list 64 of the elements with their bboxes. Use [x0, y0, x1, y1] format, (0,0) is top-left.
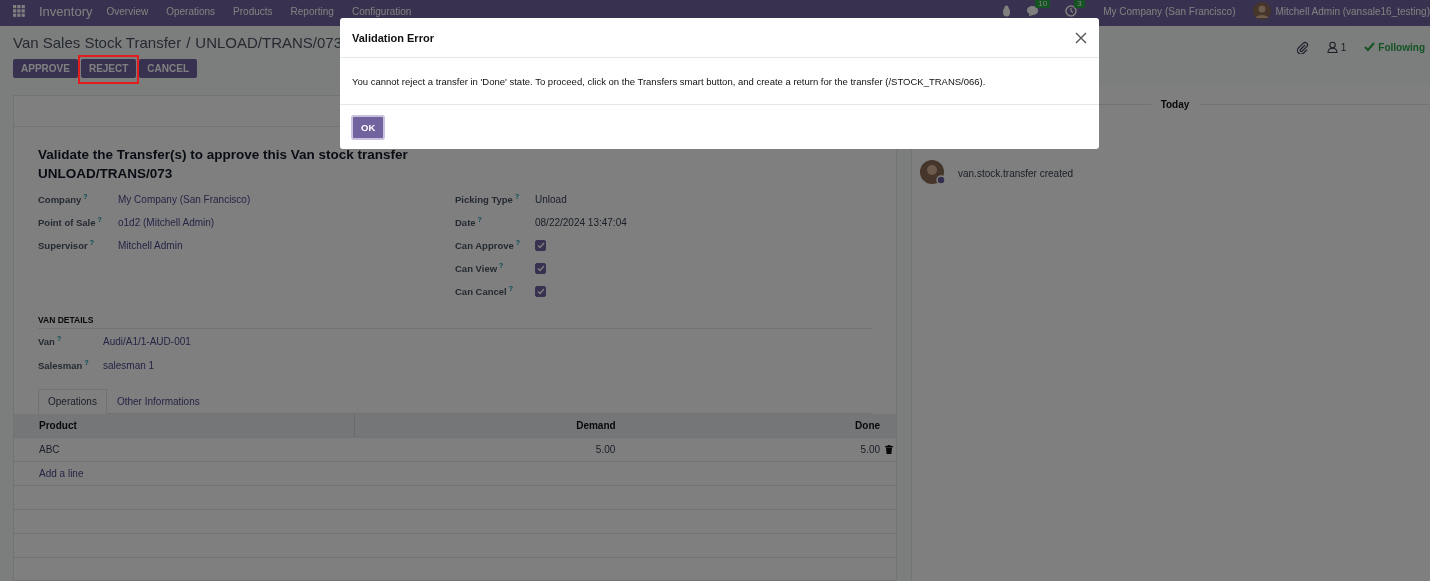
menu-item[interactable]: Products [233, 5, 273, 17]
follower-icon[interactable] [1326, 41, 1338, 53]
checkbox[interactable] [535, 286, 546, 297]
company-switcher[interactable]: My Company (San Francisco) [1103, 5, 1236, 17]
checkbox[interactable] [535, 263, 546, 274]
tab[interactable]: Operations [38, 389, 107, 414]
column-header[interactable]: Product [14, 420, 355, 431]
field-label: Can Approve $^{?}$ [455, 239, 522, 252]
field-label: Point of Sale $^{?}$ [38, 216, 103, 229]
action-button[interactable]: CANCEL [139, 59, 198, 78]
menu-item[interactable]: Configuration [351, 5, 412, 17]
column-header[interactable]: Demand [354, 414, 620, 437]
menu-item[interactable]: Overview [106, 5, 149, 17]
section-title: VAN DETAILS [38, 315, 872, 329]
tab[interactable]: Other Informations [106, 389, 210, 414]
trash-icon[interactable] [885, 445, 894, 454]
field-link[interactable]: Mitchell Admin [118, 240, 183, 251]
follower-count: 1 [1340, 41, 1347, 53]
activity-count-badge: 3 [1074, 0, 1085, 8]
form-title: Validate the Transfer(s) to approve this Van stock transfer UNLOAD/TRANS/073 [38, 146, 409, 183]
clock-icon[interactable] [1065, 5, 1078, 17]
menu-item[interactable]: Operations [166, 5, 216, 17]
paperclip-icon[interactable] [1295, 40, 1309, 54]
field-label: Date $^{?}$ [455, 216, 483, 229]
close-icon[interactable] [1075, 31, 1087, 44]
following-button[interactable]: Following [1364, 41, 1425, 53]
user-avatar-icon[interactable] [1253, 2, 1272, 20]
field-link[interactable]: Audi/A1/1-AUD-001 [103, 335, 191, 347]
menu-item[interactable]: Reporting [290, 5, 334, 17]
breadcrumb-separator: / [186, 34, 191, 51]
chatter-message: van.stock.transfer created [958, 167, 1074, 179]
author-avatar-icon [920, 160, 946, 186]
field-link[interactable]: salesman 1 [103, 359, 155, 371]
column-header[interactable]: Done [619, 420, 883, 431]
check-icon [1364, 42, 1376, 52]
message-count-badge: 10 [1035, 0, 1051, 8]
breadcrumb-link[interactable]: Van Sales Stock Transfer [13, 34, 182, 51]
field-link[interactable]: My Company (San Francisco) [118, 194, 251, 205]
field-link[interactable]: o1d2 (Mitchell Admin) [118, 217, 215, 228]
field-value: 08/22/2024 13:47:04 [535, 217, 627, 228]
breadcrumb-current: UNLOAD/TRANS/073 [195, 34, 343, 51]
action-button[interactable]: APPROVE [13, 59, 78, 78]
user-menu[interactable]: Mitchell Admin (vansale16_testing) [1275, 5, 1430, 17]
field-label: Can View $^{?}$ [455, 262, 505, 275]
field-label: Picking Type $^{?}$ [455, 193, 521, 206]
table-cell-text: 5.00 [859, 444, 882, 455]
field-label: Salesman $^{?}$ [38, 358, 90, 372]
field-label: Van $^{?}$ [38, 334, 63, 348]
app-name[interactable]: Inventory [39, 3, 93, 19]
action-button[interactable]: REJECT [80, 59, 137, 78]
dialog-title: Validation Error [352, 31, 434, 44]
apps-grid-icon[interactable] [13, 5, 25, 17]
field-value: Unload [535, 194, 567, 205]
field-label: Company $^{?}$ [38, 193, 89, 206]
field-label: Supervisor $^{?}$ [38, 239, 95, 252]
date-separator: Today [1160, 99, 1190, 110]
ok-button[interactable]: OK [351, 114, 386, 140]
add-line-link[interactable]: Add a line [14, 468, 356, 479]
field-label: Can Cancel $^{?}$ [455, 285, 515, 298]
table-cell-text: ABC [38, 444, 61, 455]
dialog-message: You cannot reject a transfer in 'Done' state. To proceed, click on the Transfers smart button, and create a return for the transfer (/STOCK_TRANS/066). [352, 75, 986, 87]
checkbox[interactable] [535, 240, 546, 251]
chat-icon[interactable] [1026, 5, 1040, 17]
table-cell-text: 5.00 [594, 443, 617, 457]
